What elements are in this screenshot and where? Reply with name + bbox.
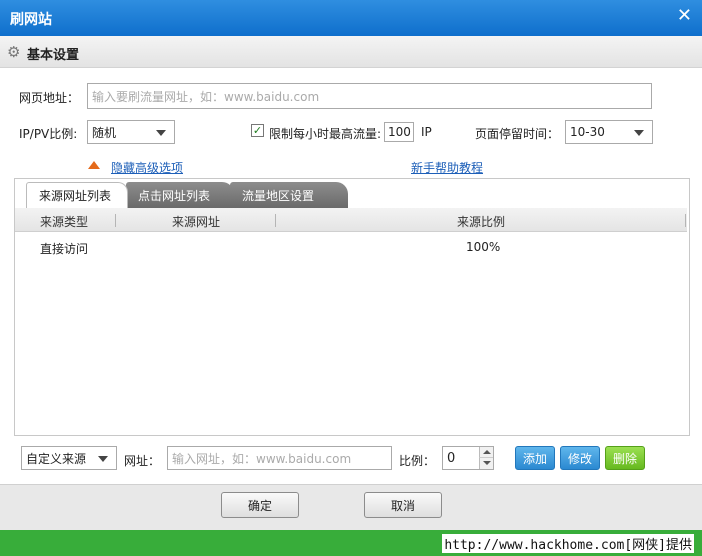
table-header: 来源类型 来源网址 来源比例 (15, 208, 687, 232)
source-url-placeholder: 输入网址，如：www.baidu.com (172, 451, 352, 466)
url-input[interactable]: 输入要刷流量网址，如：www.baidu.com (87, 83, 652, 109)
source-url-input[interactable]: 输入网址，如：www.baidu.com (167, 446, 392, 470)
chevron-down-icon (634, 130, 644, 136)
hide-advanced-link[interactable]: 隐藏高级选项 (111, 159, 183, 176)
cell-type: 直接访问 (40, 242, 89, 256)
limit-input-value: 100 (388, 125, 411, 139)
stepper-up-icon[interactable] (479, 447, 493, 458)
ratio-stepper-value: 0 (447, 451, 456, 466)
column-header-ratio: 来源比例 (457, 215, 506, 229)
ratio-label: IP/PV比例: (19, 127, 78, 141)
chevron-down-icon (156, 130, 166, 136)
gear-icon: ⚙ (7, 43, 21, 61)
cell-ratio: 100% (466, 240, 501, 254)
limit-unit: IP (421, 125, 432, 139)
add-button[interactable]: 添加 (515, 446, 555, 470)
stay-time-value: 10-30 (570, 125, 605, 139)
column-divider[interactable] (685, 214, 686, 227)
url-input-placeholder: 输入要刷流量网址，如：www.baidu.com (92, 89, 320, 104)
column-header-url: 来源网址 (172, 215, 221, 229)
ratio-select[interactable]: 随机 (87, 120, 175, 144)
help-link[interactable]: 新手帮助教程 (411, 159, 483, 176)
tab-region-settings[interactable]: 流量地区设置 (230, 182, 348, 208)
ok-button[interactable]: 确定 (221, 492, 299, 518)
limit-input[interactable]: 100 (384, 122, 414, 142)
column-divider[interactable] (275, 214, 276, 227)
section-title: 基本设置 (27, 48, 80, 63)
cancel-button[interactable]: 取消 (364, 492, 442, 518)
credit-text: http://www.hackhome.com[网侠]提供 (442, 534, 694, 553)
stepper-down-icon[interactable] (479, 458, 493, 469)
url-label: 网页地址： (19, 91, 80, 105)
close-icon[interactable]: ✕ (677, 5, 692, 26)
chevron-down-icon (98, 456, 108, 462)
tab-label: 点击网址列表 (138, 188, 211, 203)
window-title: 刷网站 (10, 12, 52, 28)
ratio-select-value: 随机 (92, 125, 117, 140)
source-type-value: 自定义来源 (26, 451, 87, 466)
source-ratio-label: 比例： (399, 454, 436, 468)
section-header: ⚙ 基本设置 (0, 36, 702, 68)
stay-time-label: 页面停留时间： (475, 127, 560, 141)
tab-source-urls[interactable]: 来源网址列表 (26, 182, 128, 208)
collapse-triangle-icon (88, 161, 100, 169)
column-header-type: 来源类型 (40, 215, 89, 229)
limit-label: 限制每小时最高流量: (269, 127, 382, 141)
edit-button[interactable]: 修改 (560, 446, 600, 470)
dialog-footer (0, 484, 702, 530)
tab-label: 流量地区设置 (242, 188, 315, 203)
column-divider[interactable] (115, 214, 116, 227)
stay-time-select[interactable]: 10-30 (565, 120, 653, 144)
title-bar: 刷网站 ✕ (0, 0, 702, 36)
tab-label: 来源网址列表 (39, 189, 112, 203)
limit-checkbox[interactable]: ✓ (251, 124, 264, 137)
tab-click-urls[interactable]: 点击网址列表 (126, 182, 234, 208)
source-type-select[interactable]: 自定义来源 (21, 446, 117, 470)
ratio-stepper[interactable]: 0 (442, 446, 494, 470)
source-url-label: 网址： (124, 454, 161, 468)
delete-button[interactable]: 删除 (605, 446, 645, 470)
